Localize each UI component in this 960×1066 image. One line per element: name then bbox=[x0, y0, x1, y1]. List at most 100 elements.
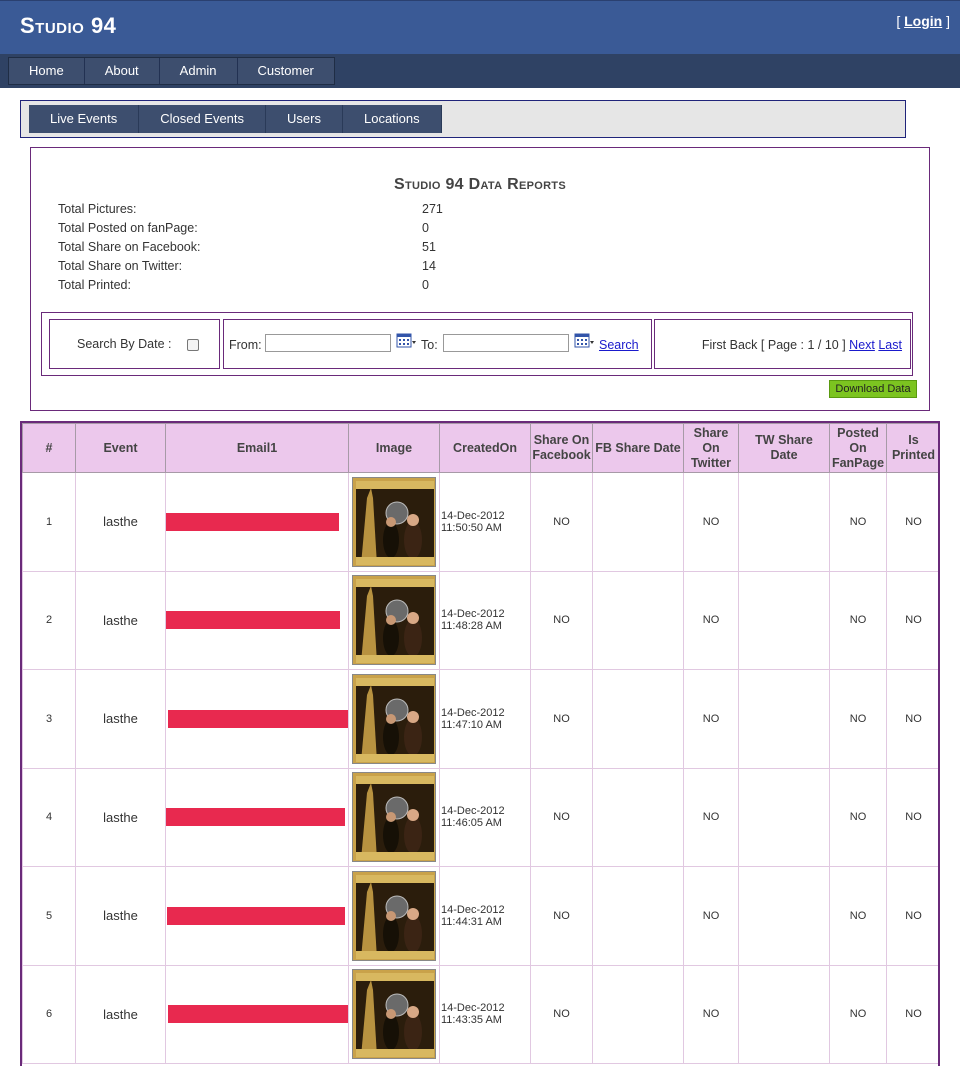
nav-item-home[interactable]: Home bbox=[9, 58, 85, 84]
search-link[interactable]: Search bbox=[599, 338, 639, 352]
email-redaction bbox=[166, 512, 339, 531]
login-link[interactable]: Login bbox=[904, 13, 942, 29]
created-on: 14-Dec-2012 11:50:50 AM bbox=[439, 472, 531, 572]
stat-label-printed: Total Printed: bbox=[58, 278, 131, 292]
table-row: 6 lasthe 14-Dec-2012 11:43:35 AM NO NO NO NO bbox=[22, 964, 938, 1064]
event-name: lasthe bbox=[75, 472, 166, 572]
pager-box: First Back [ Page : 1 / 10 ] Next Last bbox=[654, 319, 911, 369]
from-date-input[interactable] bbox=[265, 334, 391, 352]
email-cell bbox=[165, 964, 349, 1064]
image-cell bbox=[348, 964, 440, 1064]
photo-thumbnail[interactable] bbox=[352, 673, 436, 764]
email-cell bbox=[165, 866, 349, 966]
email-redaction bbox=[166, 808, 345, 827]
fb-share-date bbox=[592, 767, 684, 867]
col-header-email: Email1 bbox=[165, 423, 349, 473]
email-redaction bbox=[167, 906, 345, 925]
fb-share-date bbox=[592, 866, 684, 966]
event-name: lasthe bbox=[75, 866, 166, 966]
calendar-icon[interactable] bbox=[396, 333, 416, 349]
col-header-posted-fanpage: Posted On FanPage bbox=[829, 423, 887, 473]
data-table-wrapper: # Event Email1 Image CreatedOn Share On … bbox=[20, 421, 940, 1066]
photo-thumbnail[interactable] bbox=[352, 476, 436, 567]
email-cell bbox=[165, 669, 349, 769]
search-by-date-checkbox[interactable] bbox=[187, 339, 199, 351]
top-header: Studio 94 [ Login ] bbox=[0, 0, 960, 54]
login-area: [ Login ] bbox=[896, 13, 950, 29]
tab-locations[interactable]: Locations bbox=[342, 105, 442, 133]
pager-first: First bbox=[701, 338, 727, 352]
table-row: 2 lasthe 14-Dec-2012 11:48:28 AM NO NO NO NO bbox=[22, 570, 938, 670]
photo-thumbnail[interactable] bbox=[352, 969, 436, 1060]
row-number: 5 bbox=[22, 866, 76, 966]
is-printed: NO bbox=[886, 669, 938, 769]
report-panel: Studio 94 Data Reports Total Pictures: 2… bbox=[30, 147, 930, 411]
col-header-created: CreatedOn bbox=[439, 423, 531, 473]
tab-live-events[interactable]: Live Events bbox=[29, 105, 140, 133]
tab-users[interactable]: Users bbox=[266, 105, 343, 133]
created-time: 11:48:28 AM bbox=[441, 620, 502, 633]
share-on-twitter: NO bbox=[683, 964, 739, 1064]
created-date: 14-Dec-2012 bbox=[441, 608, 505, 621]
calendar-icon[interactable] bbox=[574, 333, 594, 349]
created-on: 14-Dec-2012 11:46:05 AM bbox=[439, 767, 531, 867]
tab-closed-events[interactable]: Closed Events bbox=[139, 105, 267, 133]
date-range-box: From: To: Search bbox=[223, 319, 652, 369]
email-cell bbox=[165, 570, 349, 670]
email-redaction bbox=[168, 709, 349, 728]
stat-value-printed: 0 bbox=[422, 278, 429, 292]
fb-share-date bbox=[592, 964, 684, 1064]
image-cell bbox=[348, 669, 440, 769]
table-header-row: # Event Email1 Image CreatedOn Share On … bbox=[22, 423, 938, 473]
row-number: 2 bbox=[22, 570, 76, 670]
posted-on-fanpage: NO bbox=[829, 964, 887, 1064]
stat-value-facebook: 51 bbox=[422, 240, 436, 254]
is-printed: NO bbox=[886, 570, 938, 670]
table-row: 5 lasthe 14-Dec-2012 11:44:31 AM NO NO NO NO bbox=[22, 866, 938, 966]
is-printed: NO bbox=[886, 866, 938, 966]
fb-share-date bbox=[592, 669, 684, 769]
is-printed: NO bbox=[886, 472, 938, 572]
created-time: 11:50:50 AM bbox=[441, 521, 502, 534]
photo-thumbnail[interactable] bbox=[352, 772, 436, 863]
main-nav: Home About Admin Customer bbox=[8, 57, 335, 85]
share-on-twitter: NO bbox=[683, 472, 739, 572]
tw-share-date bbox=[738, 472, 830, 572]
photo-thumbnail[interactable] bbox=[352, 870, 436, 961]
posted-on-fanpage: NO bbox=[829, 767, 887, 867]
to-label: To: bbox=[421, 338, 438, 352]
pager-page-text: [ Page : 1 / 10 ] bbox=[760, 338, 846, 352]
login-bracket-left: [ bbox=[896, 13, 905, 29]
pager-back: Back bbox=[729, 338, 758, 352]
brand-logo[interactable]: Studio 94 bbox=[20, 13, 116, 39]
nav-item-about[interactable]: About bbox=[84, 58, 160, 84]
image-cell bbox=[348, 866, 440, 966]
to-date-input[interactable] bbox=[443, 334, 569, 352]
nav-item-admin[interactable]: Admin bbox=[159, 58, 238, 84]
login-bracket-right: ] bbox=[942, 13, 950, 29]
created-time: 11:47:10 AM bbox=[441, 718, 502, 731]
fb-share-date bbox=[592, 472, 684, 572]
created-date: 14-Dec-2012 bbox=[441, 706, 505, 719]
posted-on-fanpage: NO bbox=[829, 866, 887, 966]
col-header-share-tw: Share On Twitter bbox=[683, 423, 739, 473]
share-on-twitter: NO bbox=[683, 767, 739, 867]
created-time: 11:44:31 AM bbox=[441, 915, 502, 928]
photo-thumbnail[interactable] bbox=[352, 575, 436, 666]
is-printed: NO bbox=[886, 964, 938, 1064]
stat-label-facebook: Total Share on Facebook: bbox=[58, 240, 201, 254]
download-data-button[interactable]: Download Data bbox=[829, 380, 917, 398]
tw-share-date bbox=[738, 570, 830, 670]
pager-last-link[interactable]: Last bbox=[878, 338, 902, 352]
email-redaction bbox=[166, 611, 340, 630]
share-on-facebook: NO bbox=[530, 866, 593, 966]
row-number: 3 bbox=[22, 669, 76, 769]
pager-next-link[interactable]: Next bbox=[849, 338, 875, 352]
created-date: 14-Dec-2012 bbox=[441, 1002, 505, 1015]
row-number: 6 bbox=[22, 964, 76, 1064]
nav-item-customer[interactable]: Customer bbox=[237, 58, 334, 84]
share-on-facebook: NO bbox=[530, 570, 593, 670]
fb-share-date bbox=[592, 570, 684, 670]
posted-on-fanpage: NO bbox=[829, 570, 887, 670]
image-cell bbox=[348, 570, 440, 670]
